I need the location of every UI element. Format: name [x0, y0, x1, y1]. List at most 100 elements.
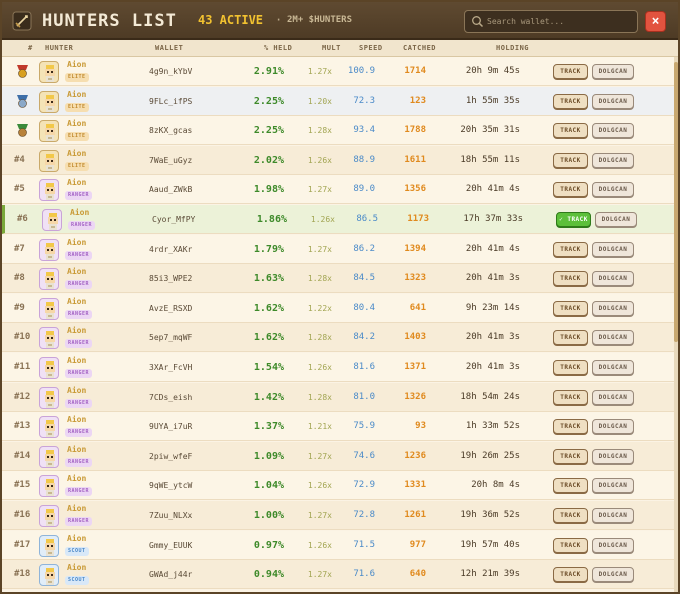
- dolgcan-button[interactable]: DOLGCAN: [592, 93, 634, 109]
- held-percent: 0.94%: [253, 569, 284, 581]
- catched-count: 1323: [404, 273, 426, 284]
- close-button[interactable]: ×: [645, 11, 666, 32]
- held-percent: 0.97%: [253, 539, 284, 551]
- multiplier: 1.27x: [307, 244, 332, 254]
- track-button[interactable]: TRACK: [553, 330, 588, 346]
- avatar: [39, 475, 59, 498]
- dolgcan-button[interactable]: DOLGCAN: [592, 567, 634, 583]
- avatar: [39, 238, 59, 261]
- track-button[interactable]: TRACK: [553, 271, 588, 287]
- dolgcan-button[interactable]: DOLGCAN: [592, 419, 634, 435]
- hunter-name: Aion: [67, 267, 87, 277]
- dolgcan-button[interactable]: DOLGCAN: [592, 300, 634, 316]
- track-button[interactable]: TRACK: [553, 567, 588, 583]
- track-label: TRACK: [560, 97, 581, 105]
- rank-label: #14: [14, 450, 31, 461]
- track-button[interactable]: TRACK: [553, 241, 588, 257]
- held-percent: 1.37%: [253, 421, 284, 433]
- track-label: TRACK: [560, 186, 581, 194]
- dolgcan-button[interactable]: DOLGCAN: [592, 508, 634, 523]
- search-icon: [472, 16, 484, 28]
- avatar: [39, 505, 59, 527]
- dolgcan-button[interactable]: DOLGCAN: [592, 389, 634, 405]
- dolgcan-button[interactable]: DOLGCAN: [592, 478, 634, 494]
- speed-value: 88.9: [353, 154, 375, 165]
- col-catched: CATCHED: [403, 44, 437, 52]
- dolgcan-label: DOLGCAN: [598, 541, 628, 549]
- dolgcan-button[interactable]: DOLGCAN: [592, 448, 634, 464]
- track-label: TRACK: [560, 541, 581, 549]
- avatar: [39, 534, 59, 557]
- dolgcan-button[interactable]: DOLGCAN: [592, 241, 634, 257]
- speed-value: 84.2: [353, 332, 375, 343]
- header-separator: ·: [275, 13, 283, 27]
- dolgcan-button[interactable]: DOLGCAN: [592, 271, 634, 287]
- speed-value: 80.4: [353, 302, 375, 313]
- col-mult: MULT: [322, 44, 341, 52]
- multiplier: 1.27x: [307, 451, 332, 461]
- dolgcan-label: DOLGCAN: [598, 97, 628, 105]
- dolgcan-button[interactable]: DOLGCAN: [592, 182, 634, 198]
- held-percent: 2.25%: [253, 125, 284, 137]
- hunters-list-window: HUNTERS LIST 43 ACTIVE · 2M+ $HUNTERS × …: [0, 0, 680, 594]
- tier-badge: RANGER: [65, 369, 93, 378]
- speed-value: 72.3: [353, 95, 375, 106]
- catched-count: 1714: [404, 66, 426, 76]
- speed-value: 86.2: [353, 243, 375, 254]
- speed-value: 71.5: [353, 539, 375, 550]
- dolgcan-button[interactable]: DOLGCAN: [592, 330, 634, 346]
- track-button[interactable]: TRACK: [553, 448, 588, 464]
- track-button[interactable]: TRACK: [553, 537, 588, 553]
- tier-badge: RANGER: [65, 517, 93, 526]
- multiplier: 1.27x: [307, 67, 332, 76]
- avatar: [39, 61, 59, 83]
- hunter-name: Aion: [70, 208, 90, 217]
- track-label: TRACK: [560, 68, 581, 75]
- track-button[interactable]: TRACK: [553, 419, 588, 435]
- wallet-address: 4g9n_kYbV: [149, 67, 193, 76]
- search-box[interactable]: [464, 10, 638, 33]
- track-button[interactable]: TRACK: [553, 389, 588, 405]
- dolgcan-button[interactable]: DOLGCAN: [595, 212, 637, 227]
- track-button[interactable]: TRACK: [553, 478, 588, 494]
- dolgcan-button[interactable]: DOLGCAN: [592, 360, 634, 375]
- speed-value: 84.5: [353, 273, 375, 284]
- tier-badge: SCOUT: [65, 576, 89, 586]
- dolgcan-button[interactable]: DOLGCAN: [592, 537, 634, 553]
- track-button[interactable]: TRACK: [553, 93, 588, 109]
- dolgcan-label: DOLGCAN: [601, 216, 631, 223]
- track-label: TRACK: [560, 482, 581, 490]
- avatar: [39, 357, 59, 379]
- track-button[interactable]: TRACK: [553, 182, 588, 198]
- scrollbar-thumb[interactable]: [674, 62, 678, 342]
- wallet-address: 9FLc_ifPS: [149, 96, 193, 106]
- speed-value: 100.9: [347, 66, 375, 76]
- held-percent: 2.02%: [253, 154, 284, 166]
- rank-label: #4: [14, 154, 25, 165]
- dolgcan-button[interactable]: DOLGCAN: [592, 152, 634, 168]
- rank-label: #16: [14, 510, 31, 520]
- multiplier: 1.26x: [307, 363, 332, 372]
- held-percent: 2.25%: [253, 95, 284, 107]
- rank-label: #17: [14, 539, 31, 550]
- dolgcan-button[interactable]: DOLGCAN: [592, 64, 634, 79]
- track-button[interactable]: TRACK: [553, 508, 588, 523]
- tier-badge: RANGER: [65, 191, 93, 201]
- wallet-address: 5ep7_mqWF: [149, 333, 193, 343]
- track-button[interactable]: TRACK: [553, 64, 588, 79]
- search-input[interactable]: [487, 13, 635, 30]
- tier-badge: RANGER: [65, 309, 93, 319]
- rank-label: #15: [14, 480, 31, 491]
- dolgcan-button[interactable]: DOLGCAN: [592, 123, 634, 139]
- wallet-address: 9UYA_i7uR: [149, 422, 193, 432]
- hunter-name: Aion: [67, 237, 87, 247]
- track-button[interactable]: TRACK: [553, 152, 588, 168]
- track-button[interactable]: ✓ TRACK: [556, 212, 591, 227]
- table-row: #18 Aion SCOUT GWAd_j44r 0.94% 1.27x 71.6 640 12…: [2, 560, 674, 590]
- multiplier: 1.26x: [307, 155, 332, 165]
- track-button[interactable]: TRACK: [553, 123, 588, 139]
- track-button[interactable]: TRACK: [553, 300, 588, 316]
- multiplier: 1.26x: [307, 481, 332, 491]
- wallet-address: Gmmy_EUUK: [149, 540, 193, 550]
- track-button[interactable]: TRACK: [553, 360, 588, 375]
